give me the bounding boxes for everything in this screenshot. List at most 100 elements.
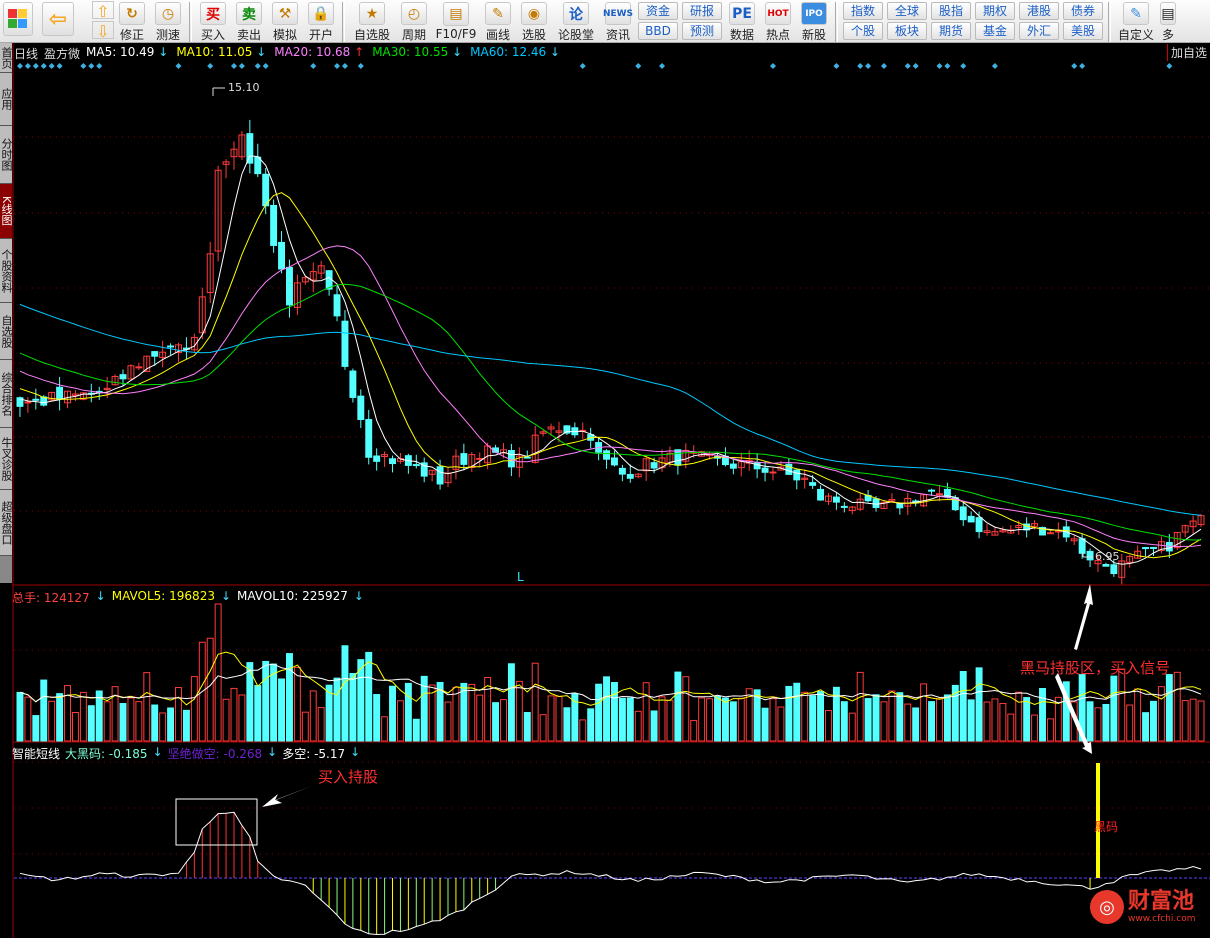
volume-bar	[1134, 688, 1142, 742]
arrow-icon	[262, 786, 312, 807]
brand-url: www.cfchi.com	[1128, 914, 1196, 924]
signal-diamond-icon	[865, 63, 872, 69]
volume-bar	[856, 671, 864, 742]
volume-bar	[301, 711, 309, 742]
ma60-line	[19, 303, 1202, 516]
duokong-value: 多空: -5.17	[282, 747, 346, 761]
volume-bar	[801, 691, 809, 742]
volume-bar	[682, 676, 690, 742]
signal-diamond-icon	[936, 63, 943, 69]
signal-diamond-icon	[310, 63, 317, 69]
ma10-line	[19, 192, 1202, 559]
down-arrow-icon: ↓	[95, 589, 106, 603]
signal-diamond-icon	[991, 63, 998, 69]
volume-bar	[698, 697, 706, 742]
high-price-label: 15.10	[228, 81, 260, 94]
candle	[373, 455, 381, 462]
signal-diamond-icon	[635, 63, 642, 69]
candle	[1102, 564, 1110, 567]
volume-bar	[785, 685, 793, 742]
volume-bar	[317, 707, 325, 742]
volume-bar	[357, 659, 365, 742]
down-arrow-icon: ↓	[267, 745, 278, 759]
volume-bar	[460, 682, 468, 742]
signal-diamond-icon	[944, 63, 951, 69]
down-arrow-icon: ↓	[256, 45, 267, 59]
volume-bar	[87, 705, 95, 742]
up-arrow-icon: ↑	[354, 45, 365, 59]
signal-diamond-icon	[80, 63, 87, 69]
candle	[151, 351, 159, 357]
volume-bar	[278, 678, 286, 742]
candle	[357, 395, 365, 420]
volume-bar	[40, 679, 48, 742]
volume-bar	[1126, 704, 1134, 742]
candle	[1078, 538, 1086, 554]
candle	[650, 462, 658, 469]
candle	[872, 498, 880, 509]
volume-bar	[507, 663, 515, 742]
down-arrow-icon: ↓	[220, 589, 232, 603]
buy-hold-annotation: 买入持股	[318, 768, 379, 786]
volume-bar	[127, 697, 135, 742]
volume-bar	[167, 707, 175, 742]
candle	[928, 489, 935, 492]
candle	[959, 506, 967, 521]
volume-bar	[381, 716, 389, 742]
volume-bar	[222, 698, 230, 742]
candle	[278, 241, 286, 270]
dahei-value: 大黑码: -0.185	[65, 747, 148, 761]
volume-bar	[373, 694, 381, 742]
volume-bar	[634, 710, 642, 742]
volume-bar	[1039, 687, 1046, 742]
signal-diamond-icon	[769, 63, 776, 69]
ma-legend-item: MA30: 10.55 ↓	[372, 45, 462, 59]
volume-bar	[991, 698, 999, 742]
total-volume: 总手: 124127	[12, 591, 90, 605]
volume-bar	[642, 682, 650, 742]
candle	[523, 456, 531, 459]
candle	[135, 366, 143, 369]
ma20-line	[19, 245, 1202, 548]
down-arrow-icon: ↓	[350, 745, 361, 759]
indicator-line	[19, 811, 1202, 936]
volume-bar	[864, 698, 872, 742]
signal-diamond-icon	[904, 63, 911, 69]
candle	[365, 419, 373, 458]
volume-bar	[206, 637, 214, 742]
volume-bar	[389, 685, 396, 742]
mavol10: MAVOL10: 225927	[237, 589, 348, 603]
down-arrow-icon: ↓	[152, 745, 163, 759]
candle	[793, 469, 801, 481]
signal-diamond-icon	[88, 63, 95, 69]
volume-bar	[888, 690, 896, 742]
signal-diamond-icon	[24, 63, 31, 69]
signal-diamond-icon	[857, 63, 864, 69]
candle	[611, 457, 618, 466]
volume-bar	[555, 695, 563, 742]
volume-bar	[143, 672, 151, 742]
volume-bar	[531, 662, 539, 742]
volume-bar	[1007, 713, 1015, 742]
volume-bar	[563, 707, 571, 742]
volume-bar	[943, 694, 951, 742]
volume-bar	[817, 691, 825, 742]
volume-bar	[928, 701, 935, 742]
signal-diamond-icon	[1079, 63, 1086, 69]
volume-bar	[365, 651, 373, 742]
candle	[460, 453, 468, 465]
jianjue-value: 坚绝做空: -0.268	[167, 747, 263, 761]
ma-legend: MA5: 10.49 ↓ MA10: 11.05 ↓ MA20: 10.68 ↑ MA…	[86, 45, 560, 59]
signal-diamond-icon	[40, 63, 47, 69]
volume-bar	[626, 697, 634, 742]
stock-name: 盈方微	[44, 47, 81, 61]
signal-diamond-icon	[48, 63, 55, 69]
candle	[167, 345, 175, 348]
signal-diamond-icon	[230, 63, 237, 69]
candle	[412, 464, 420, 467]
volume-bar	[690, 719, 698, 742]
volume-bar	[658, 696, 666, 742]
volume-bar	[523, 711, 531, 742]
volume-bar	[1118, 668, 1126, 742]
down-arrow-icon: ↓	[452, 45, 463, 59]
